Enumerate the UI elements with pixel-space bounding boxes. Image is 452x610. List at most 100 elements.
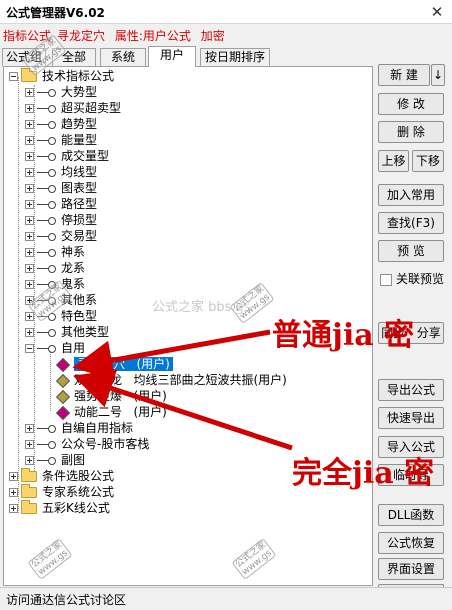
attribute-text: 属性:用户公式 — [114, 29, 191, 43]
tree-item-group[interactable]: 副图 — [25, 452, 85, 468]
folder-icon — [21, 484, 37, 498]
expand-icon[interactable] — [25, 280, 34, 289]
tree-item-group[interactable]: 交易型 — [25, 228, 97, 244]
tree-item-group[interactable]: 图表型 — [25, 180, 97, 196]
tree-top-group[interactable]: 条件选股公式 — [9, 468, 114, 484]
dll-button[interactable]: DLL函数 — [378, 504, 444, 526]
tree-item-label: 图表型 — [61, 181, 98, 195]
tree-item-custom[interactable]: 自用 — [25, 340, 85, 356]
add-common-button[interactable]: 加入常用 — [378, 184, 444, 206]
new-dropdown-button[interactable]: ↓ — [431, 64, 445, 86]
expand-icon[interactable] — [25, 216, 34, 225]
selected-formula[interactable]: 寻龙定穴 (用户) — [74, 357, 173, 371]
tree-item-group[interactable]: 公众号-股市客栈 — [25, 436, 149, 452]
preview-button[interactable]: 预 览 — [378, 240, 444, 262]
tree-item-group[interactable]: 超买超卖型 — [25, 100, 121, 116]
restore-button[interactable]: 公式恢复 — [378, 532, 444, 554]
expand-icon[interactable] — [25, 200, 34, 209]
expand-icon[interactable] — [25, 88, 34, 97]
expand-icon[interactable] — [25, 440, 34, 449]
formula-item[interactable]: 双紫檎龙 均线三部曲之短波共振(用户) — [55, 372, 287, 388]
formula-desc: 均线三部曲之短波共振 — [133, 373, 254, 387]
tree-item-group[interactable]: 龙系 — [25, 260, 85, 276]
expand-icon[interactable] — [9, 504, 18, 513]
key-icon — [37, 168, 57, 178]
expand-icon[interactable] — [25, 328, 34, 337]
ui-settings-button[interactable]: 界面设置 — [378, 558, 444, 580]
expand-icon[interactable] — [25, 120, 34, 129]
tree-item-label: 停损型 — [61, 213, 98, 227]
new-button[interactable]: 新 建 — [378, 64, 430, 86]
expand-icon[interactable] — [25, 168, 34, 177]
forum-link[interactable]: 访问通达信公式讨论区 — [6, 591, 126, 608]
formula-item[interactable]: 动能二号 (用户) — [55, 404, 167, 420]
tree-item-label: 趋势型 — [61, 117, 98, 131]
formula-tag: (用户) — [133, 405, 167, 419]
tree-item-group[interactable]: 神系 — [25, 244, 85, 260]
tree-item-label: 副图 — [61, 453, 86, 467]
tree-item-group[interactable]: 自编自用指标 — [25, 420, 133, 436]
tree-item-group[interactable]: 路径型 — [25, 196, 97, 212]
tree-top-group[interactable]: 专家系统公式 — [9, 484, 114, 500]
related-preview-checkbox[interactable]: 关联预览 — [380, 272, 444, 288]
expand-icon[interactable] — [25, 456, 34, 465]
tab-system[interactable]: 系统 — [100, 48, 146, 66]
collapse-icon[interactable] — [9, 72, 18, 81]
key-icon — [37, 88, 57, 98]
tree-top-group[interactable]: 五彩K线公式 — [9, 500, 110, 516]
tree-item-group[interactable]: 趋势型 — [25, 116, 97, 132]
expand-icon[interactable] — [25, 264, 34, 273]
expand-icon[interactable] — [25, 312, 34, 321]
key-icon — [37, 440, 57, 450]
move-down-button[interactable]: 下移 — [412, 150, 444, 172]
find-button[interactable]: 查找(F3) — [378, 212, 444, 234]
expand-icon[interactable] — [25, 232, 34, 241]
formula-icon — [55, 373, 71, 388]
tab-user[interactable]: 用户 — [148, 46, 196, 67]
tree-root[interactable]: 技术指标公式 — [9, 68, 114, 84]
expand-icon[interactable] — [25, 136, 34, 145]
move-up-button[interactable]: 上移 — [378, 150, 409, 172]
key-icon — [37, 424, 57, 434]
tree-root-label: 技术指标公式 — [42, 69, 115, 83]
key-icon — [37, 216, 57, 226]
key-icon — [37, 248, 57, 258]
formula-name: 寻龙定穴 — [57, 29, 106, 43]
key-icon — [37, 344, 57, 354]
collapse-icon[interactable] — [25, 344, 34, 353]
expand-icon[interactable] — [25, 152, 34, 161]
tree-item-group[interactable]: 停损型 — [25, 212, 97, 228]
formula-item[interactable]: 强势捉爆 (用户) — [55, 388, 167, 404]
encrypt-text: 加密 — [200, 29, 225, 43]
tree-item-group[interactable]: 其他类型 — [25, 324, 109, 340]
tree-item-label: 路径型 — [61, 197, 98, 211]
related-preview-label: 关联预览 — [396, 272, 445, 286]
delete-button[interactable]: 删 除 — [378, 121, 444, 143]
quick-export-button[interactable]: 快速导出 — [378, 407, 444, 429]
expand-icon[interactable] — [25, 424, 34, 433]
tree-item-label: 自编自用指标 — [61, 421, 134, 435]
key-icon — [37, 184, 57, 194]
formula-tag: (用户) — [253, 373, 287, 387]
key-icon — [37, 104, 57, 114]
checkbox-box[interactable] — [380, 273, 392, 286]
tree-item-group[interactable]: 能量型 — [25, 132, 97, 148]
tree-item-group[interactable]: 大势型 — [25, 84, 97, 100]
tree-item-label: 公众号-股市客栈 — [61, 437, 150, 451]
tree-item-group[interactable]: 均线型 — [25, 164, 97, 180]
close-icon[interactable]: ✕ — [428, 3, 446, 21]
expand-icon[interactable] — [25, 248, 34, 257]
tab-sort-by-date[interactable]: 按日期排序 — [200, 48, 270, 66]
expand-icon[interactable] — [25, 104, 34, 113]
export-button[interactable]: 导出公式 — [378, 379, 444, 401]
formula-item-selected[interactable]: 寻龙定穴 (用户) — [55, 356, 173, 372]
expand-icon[interactable] — [9, 472, 18, 481]
expand-icon[interactable] — [9, 488, 18, 497]
tree-item-group[interactable]: 成交量型 — [25, 148, 109, 164]
expand-icon[interactable] — [25, 184, 34, 193]
window-title: 公式管理器V6.02 — [6, 6, 105, 20]
status-bar: 访问通达信公式讨论区 — [0, 587, 452, 610]
modify-button[interactable]: 修 改 — [378, 93, 444, 115]
tree-item-label: 自用 — [61, 341, 86, 355]
tree-item-label: 交易型 — [61, 229, 98, 243]
